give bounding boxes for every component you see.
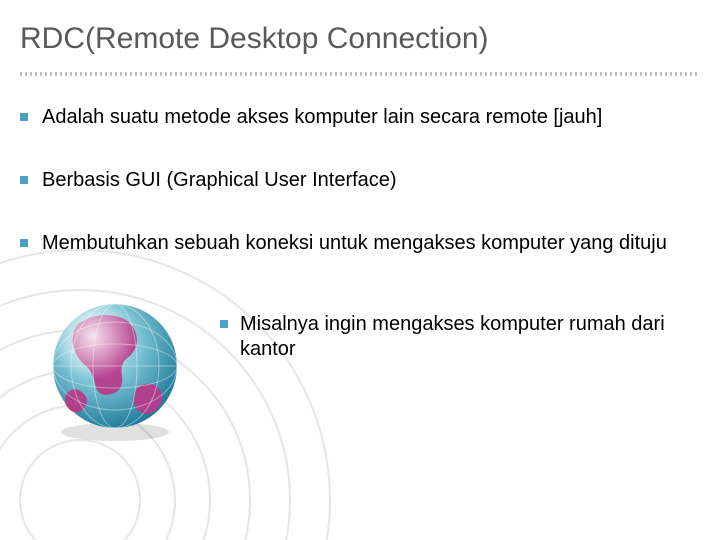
bullet-item: Membutuhkan sebuah koneksi untuk mengaks… [20, 231, 690, 256]
bullet-marker-icon [20, 176, 28, 184]
sub-bullet-item: Misalnya ingin mengakses komputer rumah … [220, 312, 690, 362]
bullet-marker-icon [20, 239, 28, 247]
sub-row: Misalnya ingin mengakses komputer rumah … [20, 294, 690, 444]
bullet-text: Adalah suatu metode akses komputer lain … [42, 105, 690, 130]
slide-title: RDC(Remote Desktop Connection) [20, 22, 489, 56]
sub-bullet-text: Misalnya ingin mengakses komputer rumah … [240, 312, 690, 362]
bullet-text: Berbasis GUI (Graphical User Interface) [42, 168, 690, 193]
globe-icon [40, 294, 190, 444]
content-area: Adalah suatu metode akses komputer lain … [20, 105, 690, 444]
title-divider [20, 72, 700, 76]
bullet-marker-icon [20, 113, 28, 121]
bullet-item: Adalah suatu metode akses komputer lain … [20, 105, 690, 130]
bullet-marker-icon [220, 320, 228, 328]
bullet-text: Membutuhkan sebuah koneksi untuk mengaks… [42, 231, 690, 256]
bullet-item: Berbasis GUI (Graphical User Interface) [20, 168, 690, 193]
slide: RDC(Remote Desktop Connection) Adalah su… [0, 0, 720, 540]
